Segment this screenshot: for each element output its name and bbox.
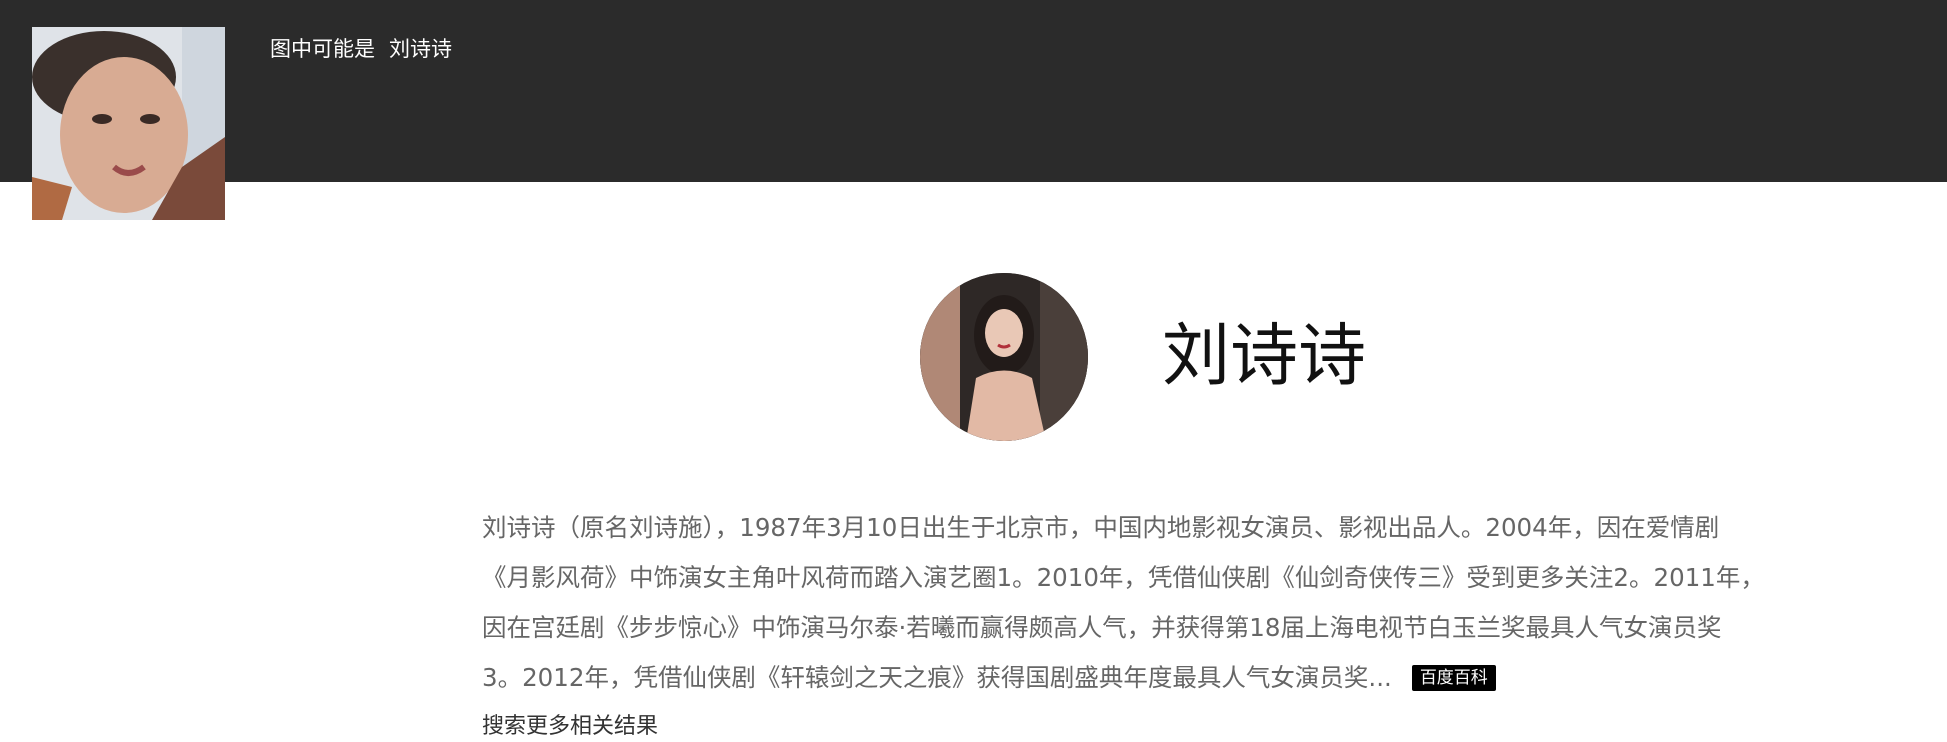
profile-avatar[interactable] (920, 273, 1088, 441)
bio-line: 3。2012年，凭借仙侠剧《轩辕剑之天之痕》获得国剧盛典年度最具人气女演员奖..… (482, 663, 1392, 692)
baidu-baike-badge[interactable]: 百度百科 (1411, 665, 1496, 691)
possible-match-name[interactable]: 刘诗诗 (389, 37, 452, 61)
bio-line: 因在宫廷剧《步步惊心》中饰演马尔泰·若曦而赢得颇高人气，并获得第18届上海电视节… (482, 613, 1722, 642)
bio-line: 《月影风荷》中饰演女主角叶风荷而踏入演艺圈1。2010年，凭借仙侠剧《仙剑奇侠传… (482, 563, 1765, 592)
possible-match-prefix: 图中可能是 (270, 37, 375, 61)
more-results-link[interactable]: 搜索更多相关结果 (482, 712, 658, 742)
profile-name: 刘诗诗 (1162, 317, 1367, 396)
header-bar: 图中可能是 刘诗诗 (0, 0, 1947, 220)
possible-match-label: 图中可能是 刘诗诗 (270, 34, 452, 64)
query-image-thumbnail[interactable] (32, 27, 225, 220)
bio-line: 刘诗诗（原名刘诗施），1987年3月10日出生于北京市，中国内地影视女演员、影视… (482, 513, 1720, 542)
bio-line-last: 3。2012年，凭借仙侠剧《轩辕剑之天之痕》获得国剧盛典年度最具人气女演员奖..… (482, 653, 1802, 703)
bio-text: 刘诗诗（原名刘诗施），1987年3月10日出生于北京市，中国内地影视女演员、影视… (482, 503, 1802, 703)
